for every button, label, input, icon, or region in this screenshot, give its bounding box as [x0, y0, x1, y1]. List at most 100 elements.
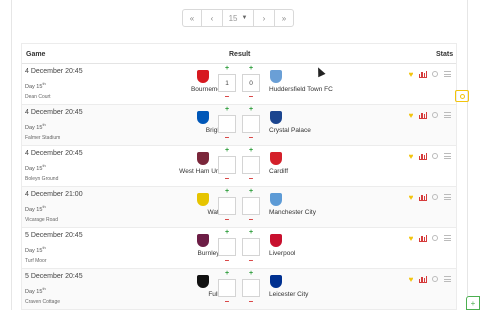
home-score-increase-button[interactable]: + [218, 147, 236, 154]
home-score-decrease-button[interactable]: – [218, 298, 236, 306]
home-crest-icon [197, 234, 209, 247]
away-team-name[interactable]: Manchester City [269, 209, 316, 216]
match-day: Day 15th [25, 286, 46, 295]
heart-icon[interactable]: ♥ [406, 111, 416, 120]
heart-icon[interactable]: ♥ [406, 70, 416, 79]
away-score-input[interactable] [242, 115, 260, 133]
away-score-decrease-button[interactable]: – [242, 134, 260, 142]
prev-page-button[interactable]: ‹ [201, 9, 223, 27]
home-score-decrease-button[interactable]: – [218, 93, 236, 101]
home-score-input[interactable] [218, 279, 236, 297]
home-score-input[interactable] [218, 238, 236, 256]
match-stats-icons: ♥ [406, 275, 452, 284]
heart-icon[interactable]: ♥ [406, 193, 416, 202]
comment-icon[interactable] [430, 152, 440, 160]
match-datetime: 5 December 20:45 [25, 273, 83, 280]
home-score-increase-button[interactable]: + [218, 65, 236, 72]
comment-icon[interactable] [430, 234, 440, 242]
table-row[interactable]: 5 December 20:45Day 15thCraven CottageFu… [22, 269, 456, 310]
home-crest-icon [197, 111, 209, 124]
home-score-input[interactable] [218, 115, 236, 133]
lines-icon[interactable] [442, 111, 452, 119]
table-row[interactable]: 5 December 20:45 Day 15th Turf Moor Burnley… [22, 228, 456, 269]
away-score-increase-button[interactable]: + [242, 270, 260, 277]
first-page-button[interactable]: « [182, 9, 202, 27]
comment-icon[interactable] [430, 111, 440, 119]
last-page-button[interactable]: » [274, 9, 294, 27]
predict-icon[interactable] [455, 90, 469, 102]
home-score-decrease-button[interactable]: – [218, 175, 236, 183]
away-team-name[interactable]: Crystal Palace [269, 127, 311, 134]
away-score-increase-button[interactable]: + [242, 147, 260, 154]
home-score-decrease-button[interactable]: – [218, 134, 236, 142]
away-team-name[interactable]: Liverpool [269, 250, 295, 257]
home-score-decrease-button[interactable]: – [218, 216, 236, 224]
table-row[interactable]: 4 December 21:00Day 15thVicarage RoadWat… [22, 187, 456, 228]
table-row[interactable]: 4 December 20:45 Day 15th Boleyn Ground Wes… [22, 146, 456, 187]
right-divider [467, 0, 468, 310]
away-score-input[interactable] [242, 156, 260, 174]
lines-icon[interactable] [442, 275, 452, 283]
table-row[interactable]: 4 December 20:45Day 15thFalmer StadiumBr… [22, 105, 456, 146]
home-score-input[interactable] [218, 156, 236, 174]
round-select[interactable]: 15 ▼ [222, 9, 254, 27]
heart-icon[interactable]: ♥ [406, 234, 416, 243]
heart-icon[interactable]: ♥ [406, 275, 416, 284]
match-day: Day 15th [25, 81, 46, 90]
away-score-increase-button[interactable]: + [242, 106, 260, 113]
lines-icon[interactable] [442, 193, 452, 201]
next-page-button[interactable]: › [253, 9, 275, 27]
home-crest-icon [197, 275, 209, 288]
away-score-decrease-button[interactable]: – [242, 93, 260, 101]
home-score-decrease-button[interactable]: – [218, 257, 236, 265]
heart-icon[interactable]: ♥ [406, 152, 416, 161]
comment-icon[interactable] [430, 70, 440, 78]
away-score-decrease-button[interactable]: – [242, 257, 260, 265]
home-score-increase-button[interactable]: + [218, 229, 236, 236]
bar-chart-icon[interactable] [418, 152, 428, 160]
match-venue: Falmer Stadium [25, 135, 61, 141]
table-row[interactable]: 4 December 20:45 Day 15th Dean Court Bourne… [22, 64, 469, 105]
match-stats-icons: ♥ [406, 152, 452, 161]
comment-icon[interactable] [430, 275, 440, 283]
bar-chart-icon[interactable] [418, 234, 428, 242]
away-score-decrease-button[interactable]: – [242, 216, 260, 224]
away-score-input[interactable]: 0 [242, 74, 260, 92]
comment-icon[interactable] [430, 193, 440, 201]
bar-chart-icon[interactable] [418, 193, 428, 201]
lines-icon[interactable] [442, 70, 452, 78]
away-crest-icon [270, 70, 282, 83]
lines-icon[interactable] [442, 234, 452, 242]
away-team-name[interactable]: Leicester City [269, 291, 308, 298]
away-score-increase-button[interactable]: + [242, 65, 260, 72]
bar-chart-icon[interactable] [418, 275, 428, 283]
home-score-increase-button[interactable]: + [218, 188, 236, 195]
round-select-value: 15 [228, 13, 238, 23]
match-day: Day 15th [25, 245, 46, 254]
away-score-increase-button[interactable]: + [242, 229, 260, 236]
table-header: Game Result Stats [22, 44, 456, 64]
away-score-increase-button[interactable]: + [242, 188, 260, 195]
plus-icon[interactable]: + [466, 296, 480, 310]
bar-chart-icon[interactable] [418, 70, 428, 78]
away-score-input[interactable] [242, 197, 260, 215]
match-day-label: Day 15 [25, 83, 43, 90]
match-day: Day 15th [25, 163, 46, 172]
match-day-label: Day 15 [25, 288, 43, 295]
round-pager: « ‹ 15 ▼ › » [182, 9, 294, 27]
lines-icon[interactable] [442, 152, 452, 160]
away-score-decrease-button[interactable]: – [242, 175, 260, 183]
home-score-increase-button[interactable]: + [218, 106, 236, 113]
away-score-input[interactable] [242, 238, 260, 256]
home-score-input[interactable] [218, 197, 236, 215]
match-venue: Boleyn Ground [25, 176, 59, 182]
away-score-input[interactable] [242, 279, 260, 297]
home-score-increase-button[interactable]: + [218, 270, 236, 277]
away-crest-icon [270, 275, 282, 288]
away-score-decrease-button[interactable]: – [242, 298, 260, 306]
home-crest-icon [197, 70, 209, 83]
home-score-input[interactable]: 1 [218, 74, 236, 92]
bar-chart-icon[interactable] [418, 111, 428, 119]
away-team-name[interactable]: Cardiff [269, 168, 288, 175]
away-team-name[interactable]: Huddersfield Town FC [269, 86, 333, 93]
